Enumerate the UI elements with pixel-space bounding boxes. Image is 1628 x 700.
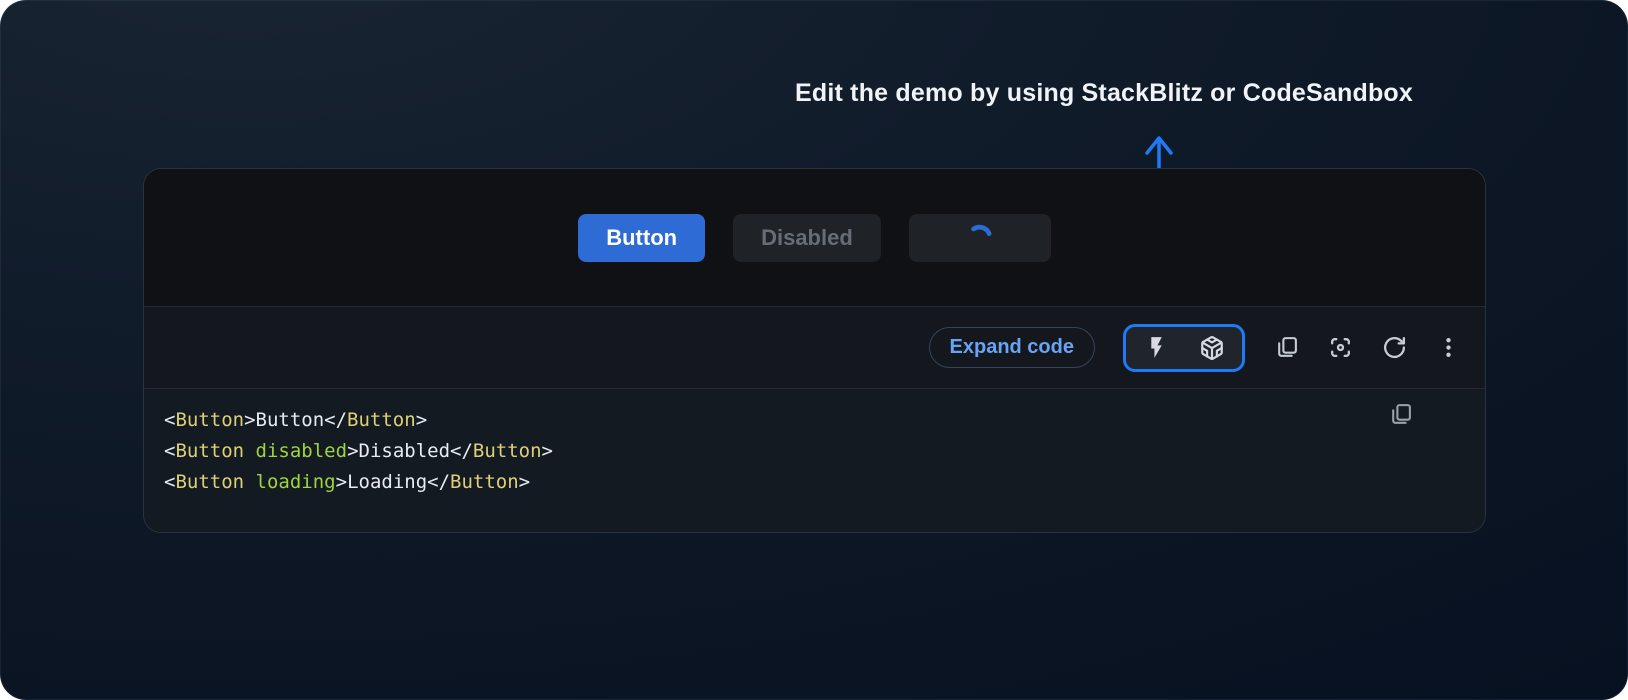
code-line: <Button loading>Loading</Button> [164,467,1465,498]
center-focus-icon[interactable] [1327,335,1353,361]
kebab-menu-icon[interactable] [1435,335,1461,361]
demo-primary-button[interactable]: Button [578,214,705,262]
loading-spinner-icon [966,224,993,251]
demo-preview: Button Disabled [144,169,1485,306]
edit-demo-highlight-group [1123,324,1245,372]
demo-toolbar: Expand code [144,306,1485,389]
demo-disabled-button: Disabled [733,214,881,262]
stackblitz-lightning-icon[interactable] [1143,335,1169,361]
copy-code-icon[interactable] [1273,335,1299,361]
page: Edit the demo by using StackBlitz or Cod… [0,0,1628,700]
code-lines: <Button>Button</Button><Button disabled>… [164,405,1465,498]
refresh-icon[interactable] [1381,335,1407,361]
codesandbox-cube-icon[interactable] [1199,335,1225,361]
code-line: <Button>Button</Button> [164,405,1465,436]
demo-card: Button Disabled Expand code [143,168,1486,533]
demo-loading-button [909,214,1051,262]
copy-snippet-icon[interactable] [1387,401,1413,427]
expand-code-button[interactable]: Expand code [929,327,1095,368]
code-line: <Button disabled>Disabled</Button> [164,436,1465,467]
annotation-text: Edit the demo by using StackBlitz or Cod… [795,79,1455,108]
code-block: <Button>Button</Button><Button disabled>… [144,389,1485,532]
